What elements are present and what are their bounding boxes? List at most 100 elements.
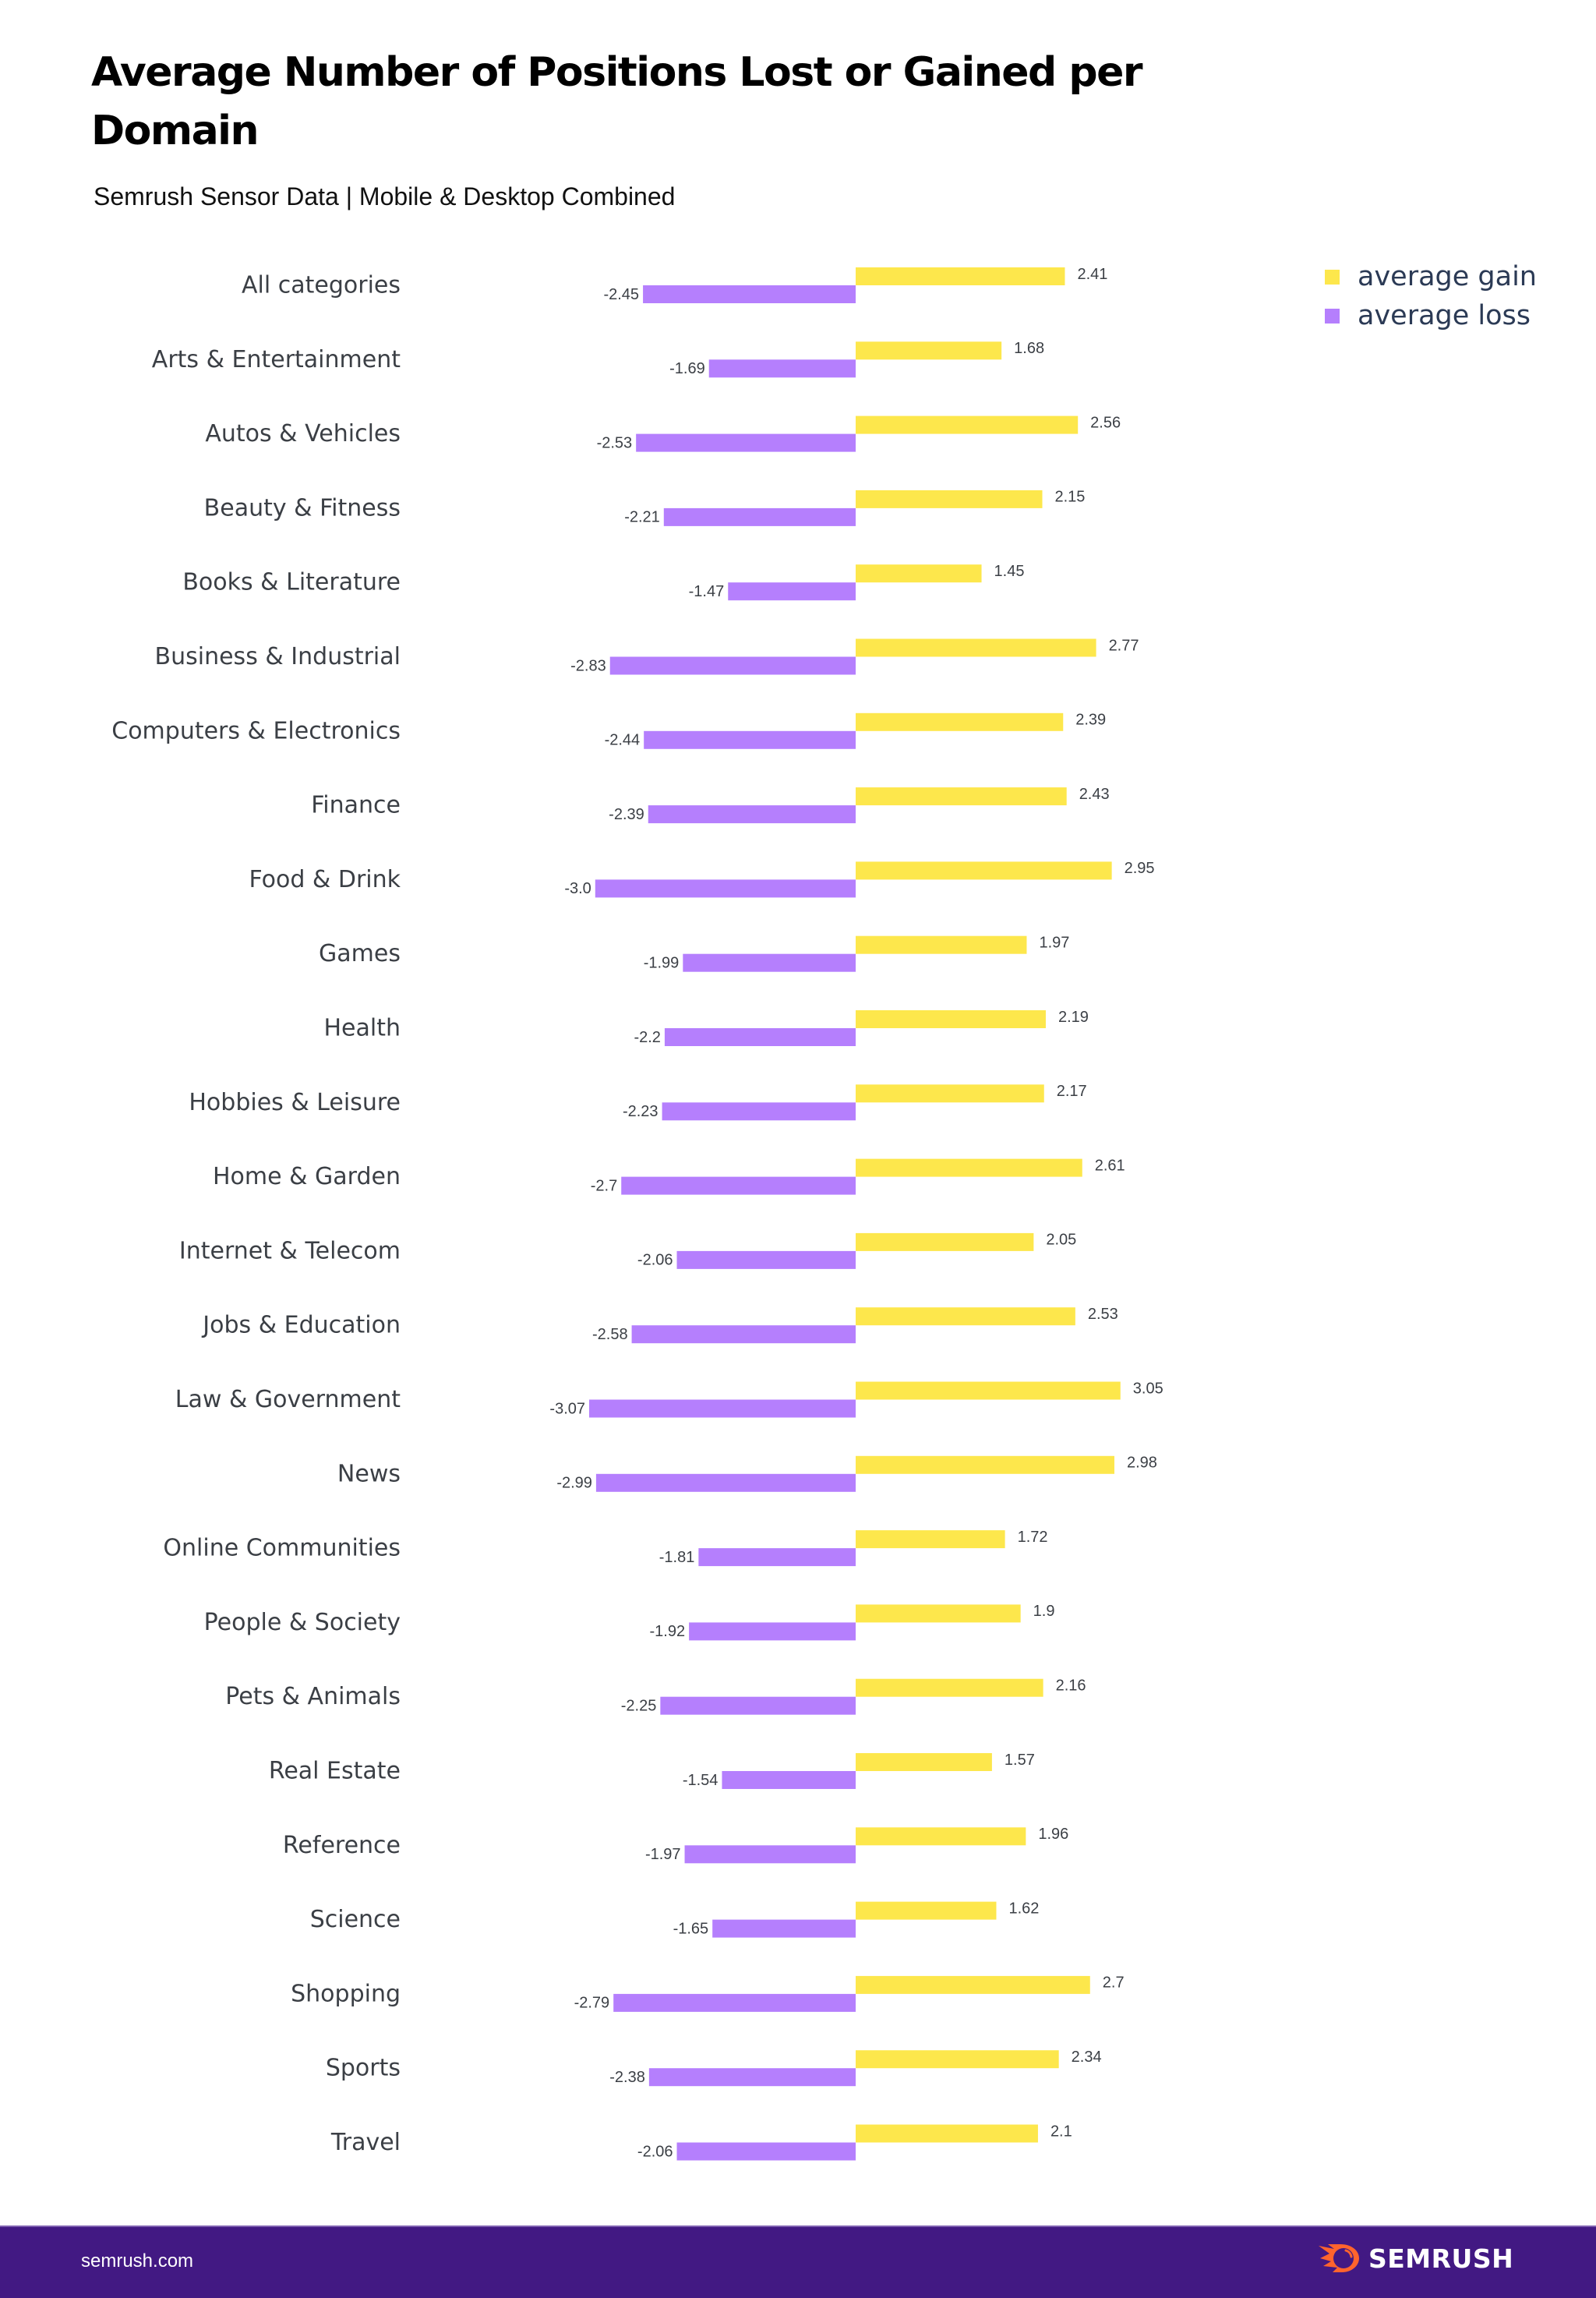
loss-bar (648, 805, 856, 824)
gain-bar (856, 861, 1112, 880)
gain-value-label: 1.9 (1033, 1603, 1055, 1620)
gain-value-label: 2.34 (1072, 2049, 1102, 2066)
loss-value-label: -1.47 (689, 583, 725, 600)
gain-bar (856, 1455, 1114, 1474)
category-label: Sports (326, 2055, 401, 2082)
category-label: Computers & Electronics (111, 717, 401, 744)
loss-bar (648, 2068, 856, 2087)
loss-value-label: -2.25 (621, 1697, 657, 1714)
category-label: Shopping (291, 1980, 401, 2007)
loss-value-label: -2.83 (570, 657, 606, 674)
semrush-logo[interactable]: SEMRUSH (1317, 2241, 1513, 2275)
gain-bar (856, 1678, 1043, 1697)
loss-bar (662, 1102, 856, 1121)
gain-value-label: 2.05 (1046, 1232, 1076, 1249)
category-label: Online Communities (163, 1535, 401, 1562)
category-label: Health (323, 1015, 401, 1042)
category-label: Reference (283, 1832, 401, 1859)
gain-bar (856, 1604, 1021, 1623)
loss-value-label: -1.69 (669, 360, 705, 377)
loss-value-label: -2.21 (624, 509, 660, 526)
gain-value-label: 2.1 (1050, 2123, 1072, 2140)
gain-value-label: 2.98 (1127, 1455, 1157, 1472)
gain-value-label: 2.16 (1056, 1677, 1086, 1694)
gain-value-label: 2.56 (1090, 414, 1121, 431)
brand-name: SEMRUSH (1368, 2243, 1514, 2274)
gain-bar (856, 1307, 1075, 1326)
legend-item-gain[interactable]: average gain (1325, 257, 1537, 296)
gain-value-label: 2.19 (1058, 1009, 1089, 1026)
loss-value-label: -1.54 (683, 1772, 719, 1789)
category-label: Finance (311, 792, 401, 819)
loss-bar (621, 1176, 856, 1195)
category-label: Internet & Telecom (179, 1237, 401, 1264)
loss-value-label: -2.99 (556, 1475, 592, 1492)
gain-value-label: 1.45 (994, 563, 1025, 580)
category-label: Beauty & Fitness (204, 494, 401, 521)
gain-bar (856, 1753, 992, 1771)
loss-bar (631, 1325, 856, 1344)
loss-bar (644, 730, 856, 749)
loss-value-label: -2.45 (603, 286, 639, 303)
legend-swatch-loss (1325, 308, 1340, 323)
gain-bar (856, 638, 1096, 657)
gain-value-label: 3.05 (1133, 1380, 1163, 1397)
loss-bar (609, 656, 856, 675)
category-label: Real Estate (269, 1758, 401, 1785)
loss-value-label: -2.58 (592, 1326, 628, 1343)
footer: semrush.com SEMRUSH (0, 2226, 1596, 2298)
gain-value-label: 2.53 (1088, 1306, 1118, 1323)
category-label: Pets & Animals (225, 1683, 401, 1710)
gain-bar (856, 1827, 1026, 1846)
gain-value-label: 2.39 (1075, 712, 1106, 729)
footer-url-link[interactable]: semrush.com (81, 2250, 193, 2272)
gain-bar (856, 2050, 1059, 2069)
gain-bar (856, 1010, 1046, 1028)
loss-bar (728, 582, 856, 601)
gain-value-label: 1.72 (1018, 1529, 1048, 1546)
semrush-fireball-icon (1319, 2244, 1359, 2272)
gain-value-label: 2.77 (1109, 637, 1139, 654)
gain-value-label: 2.61 (1095, 1157, 1125, 1174)
gain-bar (856, 267, 1065, 285)
category-label: Law & Government (175, 1386, 401, 1413)
loss-value-label: -2.2 (634, 1029, 660, 1046)
loss-bar (712, 1919, 856, 1938)
gain-bar (856, 490, 1043, 508)
loss-value-label: -1.97 (645, 1846, 681, 1863)
loss-bar (722, 1771, 856, 1789)
loss-bar (636, 433, 856, 452)
gain-bar (856, 1232, 1034, 1251)
gain-value-label: 2.43 (1079, 786, 1110, 803)
category-label: News (337, 1460, 401, 1487)
loss-bar (708, 359, 856, 378)
gain-bar (856, 564, 982, 583)
gain-value-label: 1.62 (1008, 1900, 1039, 1917)
loss-bar (698, 1548, 856, 1567)
gain-bar (856, 1158, 1082, 1177)
loss-value-label: -3.07 (549, 1400, 585, 1417)
category-label: Arts & Entertainment (152, 346, 401, 373)
loss-bar (684, 1845, 856, 1864)
loss-bar (589, 1399, 856, 1418)
gain-value-label: 2.17 (1057, 1083, 1087, 1100)
loss-bar (663, 507, 856, 526)
legend-item-loss[interactable]: average loss (1325, 296, 1537, 335)
loss-bar (595, 879, 856, 898)
gain-value-label: 2.95 (1125, 860, 1155, 877)
gain-bar (856, 1084, 1044, 1103)
legend-label-loss: average loss (1358, 300, 1531, 331)
category-label: Autos & Vehicles (205, 420, 401, 447)
category-label: Books & Literature (182, 569, 401, 596)
loss-bar (689, 1622, 856, 1641)
category-label: Science (310, 1906, 401, 1933)
gain-bar (856, 787, 1067, 806)
loss-value-label: -1.92 (650, 1623, 686, 1640)
category-label: All categories (242, 272, 401, 299)
gain-value-label: 1.97 (1039, 934, 1069, 951)
legend-label-gain: average gain (1358, 261, 1537, 292)
gain-value-label: 1.96 (1038, 1826, 1068, 1843)
loss-value-label: -2.44 (605, 732, 641, 749)
loss-bar (643, 285, 856, 303)
category-label: Games (319, 940, 401, 967)
